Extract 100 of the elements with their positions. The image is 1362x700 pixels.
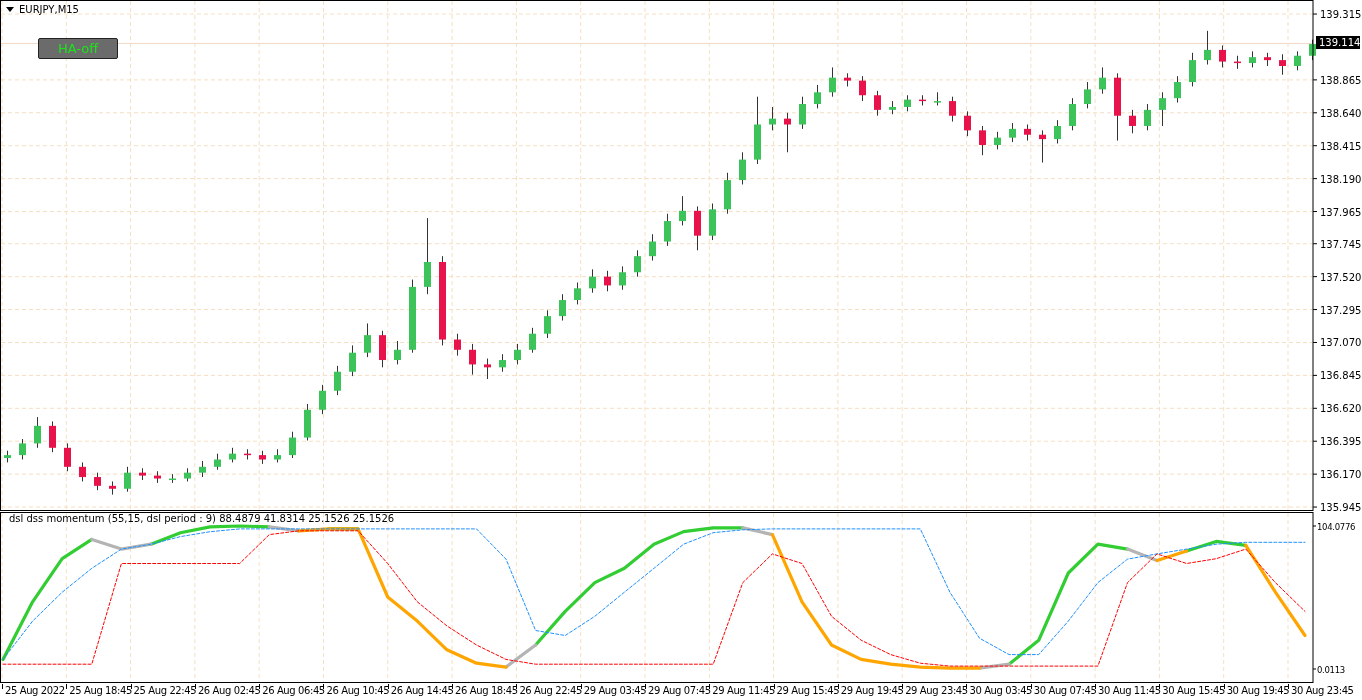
candlestick [499, 353, 506, 373]
time-label: 26 Aug 02:45 [197, 684, 261, 698]
price-label: 138.640 [1320, 107, 1362, 119]
candlestick [259, 450, 266, 465]
time-label: 26 Aug 14:45 [390, 684, 454, 698]
candlestick [574, 282, 581, 305]
caret-icon[interactable] [6, 7, 14, 12]
candlestick [1204, 30, 1211, 65]
candlestick [274, 448, 281, 463]
candlestick [739, 151, 746, 185]
candlestick [529, 327, 536, 354]
candlestick [319, 384, 326, 415]
candlestick [124, 466, 131, 493]
price-label: 137.965 [1320, 206, 1362, 218]
candlestick [214, 453, 221, 471]
time-label: 26 Aug 18:45 [455, 684, 518, 698]
indicator-scale-label: 104.0776 [1317, 522, 1356, 532]
time-label: 29 Aug 19:45 [840, 684, 904, 698]
candlestick [994, 131, 1001, 150]
candlestick [664, 213, 671, 247]
candlestick [394, 340, 401, 365]
candlestick [829, 66, 836, 98]
candlestick [379, 330, 386, 368]
candlestick [49, 420, 56, 453]
time-label: 29 Aug 11:45 [712, 684, 775, 698]
time-label: 30 Aug 03:45 [969, 684, 1033, 698]
time-label: 26 Aug 10:45 [326, 684, 390, 698]
candlestick [1054, 119, 1061, 144]
time-label: 29 Aug 07:45 [647, 684, 711, 698]
candlestick [559, 293, 566, 322]
ha-toggle-button[interactable]: HA-off [38, 38, 118, 59]
candlestick [694, 205, 701, 251]
time-label: 30 Aug 15:45 [1162, 684, 1225, 698]
candlestick [679, 195, 686, 226]
candlestick [469, 343, 476, 376]
candlestick [484, 358, 491, 380]
candlestick [634, 249, 641, 278]
candlestick [724, 172, 731, 215]
candlestick [544, 309, 551, 339]
candlestick [199, 460, 206, 478]
candlestick [964, 110, 971, 137]
candlestick [1144, 103, 1151, 131]
price-label: 137.520 [1320, 271, 1362, 283]
price-label: 136.395 [1320, 436, 1362, 448]
candlestick [19, 438, 26, 460]
symbol-label: EURJPY,M15 [19, 4, 79, 15]
price-label: 135.945 [1320, 502, 1362, 511]
time-label: 25 Aug 2022 [5, 684, 65, 698]
price-label: 136.620 [1320, 403, 1362, 415]
price-label: 136.170 [1320, 469, 1362, 481]
candlestick [1039, 129, 1046, 164]
candlestick [859, 75, 866, 102]
time-label: 25 Aug 18:45 [69, 684, 132, 698]
candlestick [94, 472, 101, 491]
price-label: 137.745 [1320, 238, 1362, 250]
candlestick [1189, 52, 1196, 87]
candlestick [1279, 53, 1286, 76]
time-label: 29 Aug 03:45 [583, 684, 647, 698]
candlestick [649, 233, 656, 262]
time-label: 30 Aug 23:45 [1290, 684, 1354, 698]
candlestick [784, 112, 791, 153]
candlestick [754, 96, 761, 165]
candlestick [1174, 75, 1181, 104]
candlestick [874, 90, 881, 117]
candlestick [1234, 55, 1241, 70]
candlestick [184, 467, 191, 482]
candlestick [1114, 72, 1121, 142]
candlestick [979, 125, 986, 156]
candlestick [1294, 50, 1301, 71]
price-label: 137.070 [1320, 337, 1362, 349]
candlestick [64, 442, 71, 472]
candlestick [709, 203, 716, 241]
candlestick [799, 96, 806, 130]
candlestick [589, 268, 596, 294]
time-label: 30 Aug 11:45 [1098, 684, 1161, 698]
time-label: 26 Aug 06:45 [262, 684, 325, 698]
candlestick [1009, 122, 1016, 143]
candlestick [904, 94, 911, 112]
candlestick [1264, 52, 1271, 67]
candlestick [454, 333, 461, 357]
candlestick [919, 94, 926, 106]
time-label: 25 Aug 22:45 [133, 684, 197, 698]
candlestick [334, 365, 341, 396]
candlestick [109, 480, 116, 496]
indicator-title: dsl dss momentum (55,15, dsl period : 9) 88.4879 41.8314 25.1526 25.1526 [9, 513, 395, 524]
candlestick [814, 84, 821, 109]
candlestick [4, 450, 11, 463]
candlestick [619, 265, 626, 291]
candlestick [169, 473, 176, 484]
candlestick [889, 100, 896, 115]
candlestick [1099, 66, 1106, 95]
candlestick [934, 91, 941, 106]
price-label: 138.190 [1320, 173, 1362, 185]
price-label: 138.865 [1320, 74, 1362, 86]
candlestick [1024, 124, 1031, 142]
candlestick [34, 416, 41, 449]
time-label: 30 Aug 19:45 [1226, 684, 1290, 698]
candlestick [514, 343, 521, 365]
candlestick [244, 448, 251, 460]
price-label: 138.415 [1320, 140, 1362, 152]
